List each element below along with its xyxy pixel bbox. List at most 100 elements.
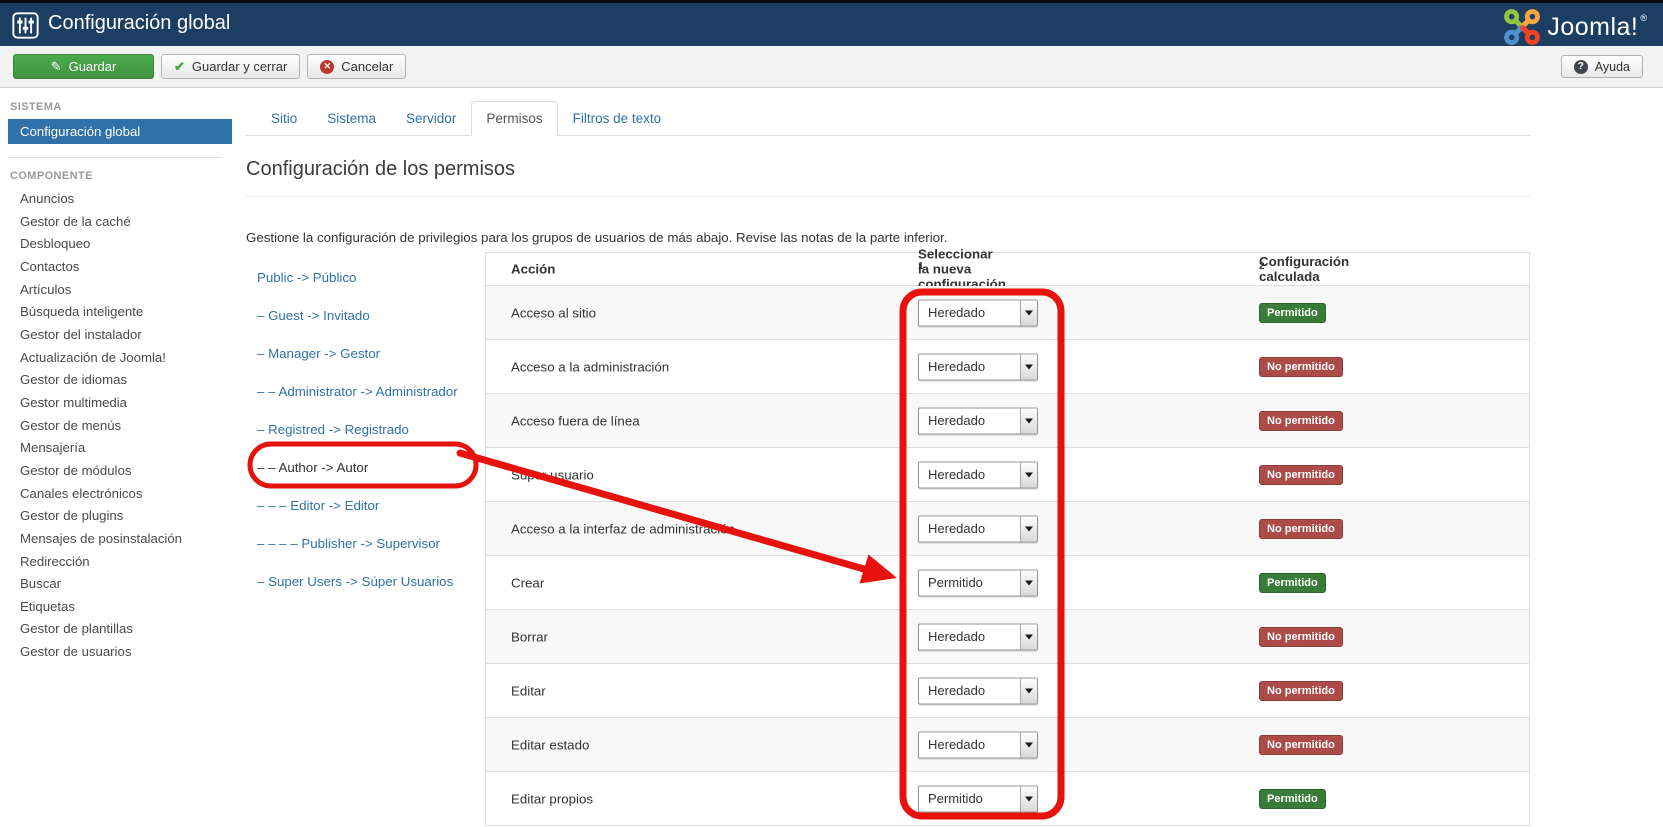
permissions-rows: Acceso al sitio Heredado Permitido Acces… — [486, 286, 1529, 826]
permission-select[interactable]: Heredado — [918, 407, 1038, 434]
table-row: Súper usuario Heredado No permitido — [486, 448, 1529, 502]
sidebar-item[interactable]: Gestor de la caché — [0, 211, 233, 234]
chevron-down-icon — [1020, 354, 1037, 379]
sidebar-item[interactable]: Búsqueda inteligente — [0, 301, 233, 324]
table-row: Editar Heredado No permitido — [486, 664, 1529, 718]
sidebar-item[interactable]: Desbloqueo — [0, 233, 233, 256]
save-button[interactable]: ✎ Guardar — [13, 54, 154, 79]
sidebar-item[interactable]: Actualización de Joomla! — [0, 347, 233, 370]
sidebar-item[interactable]: Gestor de plantillas — [0, 618, 233, 641]
sidebar-divider — [8, 157, 223, 158]
column-header-calculated-text: Configuración calculada — [1259, 253, 1350, 284]
user-group-link[interactable]: – Super Users -> Súper Usuarios — [257, 562, 472, 600]
user-group-link[interactable]: – Guest -> Invitado — [257, 296, 472, 334]
permission-select-value: Heredado — [928, 413, 986, 428]
column-header-calculated: Configuración calculada 2 — [1259, 254, 1349, 284]
user-group-link[interactable]: – – Author -> Autor — [257, 448, 472, 486]
user-group-link[interactable]: Public -> Público — [257, 258, 472, 296]
column-header-select-text: Seleccionar la nueva configuración — [918, 246, 1006, 292]
tab[interactable]: Permisos — [471, 101, 558, 136]
sidebar-item[interactable]: Mensajería — [0, 437, 233, 460]
sidebar: SISTEMA Configuración global COMPONENTE … — [0, 89, 233, 664]
sidebar-item-configuracion-global[interactable]: Configuración global — [8, 119, 232, 144]
permission-select-value: Heredado — [928, 467, 986, 482]
sidebar-item[interactable]: Gestor de plugins — [0, 505, 233, 528]
tab[interactable]: Sitio — [256, 101, 312, 136]
table-row: Acceso a la administración Heredado No p… — [486, 340, 1529, 394]
permission-select[interactable]: Heredado — [918, 461, 1038, 488]
save-and-close-button[interactable]: ✔ Guardar y cerrar — [161, 54, 301, 79]
permission-select[interactable]: Heredado — [918, 623, 1038, 650]
sidebar-item[interactable]: Mensajes de posinstalación — [0, 528, 233, 551]
action-label: Crear — [511, 575, 545, 590]
sidebar-item[interactable]: Gestor de módulos — [0, 460, 233, 483]
chevron-down-icon — [1020, 732, 1037, 757]
user-group-list: Public -> Público – Guest -> Invitado – … — [257, 258, 472, 600]
action-label: Editar estado — [511, 737, 590, 752]
chevron-down-icon — [1020, 786, 1037, 811]
heading-rule — [246, 196, 1530, 197]
tab[interactable]: Servidor — [391, 101, 471, 136]
sidebar-item[interactable]: Contactos — [0, 256, 233, 279]
user-group-link[interactable]: – – – – Publisher -> Supervisor — [257, 524, 472, 562]
chevron-down-icon — [1020, 570, 1037, 595]
permissions-table: Acción Seleccionar la nueva configuració… — [485, 246, 1530, 826]
action-label: Editar propios — [511, 791, 594, 806]
user-group-link[interactable]: – Registred -> Registrado — [257, 410, 472, 448]
chevron-down-icon — [1020, 408, 1037, 433]
sidebar-item[interactable]: Etiquetas — [0, 596, 233, 619]
cancel-label: Cancelar — [341, 59, 394, 74]
cancel-x-icon: ✕ — [320, 59, 335, 74]
help-button[interactable]: ? Ayuda — [1560, 55, 1643, 78]
permission-select-value: Permitido — [928, 791, 983, 806]
sidebar-item[interactable]: Artículos — [0, 279, 233, 302]
permission-select-value: Heredado — [928, 521, 986, 536]
permission-select[interactable]: Heredado — [918, 515, 1038, 542]
save-and-close-label: Guardar y cerrar — [191, 59, 288, 74]
check-icon: ✔ — [174, 58, 185, 74]
user-group-link[interactable]: – Manager -> Gestor — [257, 334, 472, 372]
table-row: Acceso a la interfaz de administración H… — [486, 502, 1529, 556]
top-navbar: Configuración global Joomla! ® — [0, 3, 1663, 46]
sidebar-item[interactable]: Gestor de usuarios — [0, 641, 233, 664]
sidebar-item[interactable]: Anuncios — [0, 188, 233, 211]
sidebar-item[interactable]: Gestor multimedia — [0, 392, 233, 415]
table-row: Editar estado Heredado No permitido — [486, 718, 1529, 772]
help-question-icon: ? — [1573, 59, 1588, 74]
calculated-setting-badge: Permitido — [1259, 572, 1326, 593]
sidebar-section-component: COMPONENTE — [10, 170, 93, 182]
chevron-down-icon — [1020, 624, 1037, 649]
table-row: Acceso fuera de línea Heredado No permit… — [486, 394, 1529, 448]
calculated-setting-badge: No permitido — [1259, 680, 1343, 701]
user-group-link[interactable]: – – Administrator -> Administrador — [257, 372, 472, 410]
sidebar-item[interactable]: Gestor de menús — [0, 415, 233, 438]
sidebar-item[interactable]: Canales electrónicos — [0, 483, 233, 506]
permission-select[interactable]: Heredado — [918, 677, 1038, 704]
permission-select[interactable]: Heredado — [918, 731, 1038, 758]
tab[interactable]: Sistema — [312, 101, 391, 136]
permission-select[interactable]: Permitido — [918, 569, 1038, 596]
cancel-button[interactable]: ✕ Cancelar — [307, 54, 407, 79]
tab[interactable]: Filtros de texto — [558, 101, 677, 136]
action-label: Acceso al sitio — [511, 305, 596, 320]
save-pencil-icon: ✎ — [50, 58, 62, 74]
joomla-logo-text: Joomla! — [1547, 12, 1639, 41]
calculated-setting-badge: No permitido — [1259, 356, 1343, 377]
sidebar-item[interactable]: Redirección — [0, 551, 233, 574]
joomla-logo-registered-mark: ® — [1640, 13, 1647, 23]
permission-select-value: Heredado — [928, 629, 986, 644]
chevron-down-icon — [1020, 300, 1037, 325]
permission-select[interactable]: Heredado — [918, 299, 1038, 326]
chevron-down-icon — [1020, 462, 1037, 487]
user-group-link[interactable]: – – – Editor -> Editor — [257, 486, 472, 524]
calculated-setting-badge: Permitido — [1259, 302, 1326, 323]
permission-select[interactable]: Heredado — [918, 353, 1038, 380]
sidebar-item[interactable]: Gestor de idiomas — [0, 369, 233, 392]
permission-select-value: Heredado — [928, 305, 986, 320]
calculated-setting-badge: No permitido — [1259, 626, 1343, 647]
sidebar-item[interactable]: Gestor del instalador — [0, 324, 233, 347]
action-label: Súper usuario — [511, 467, 594, 482]
permission-select[interactable]: Permitido — [918, 785, 1038, 812]
chevron-down-icon — [1020, 516, 1037, 541]
sidebar-item[interactable]: Buscar — [0, 573, 233, 596]
